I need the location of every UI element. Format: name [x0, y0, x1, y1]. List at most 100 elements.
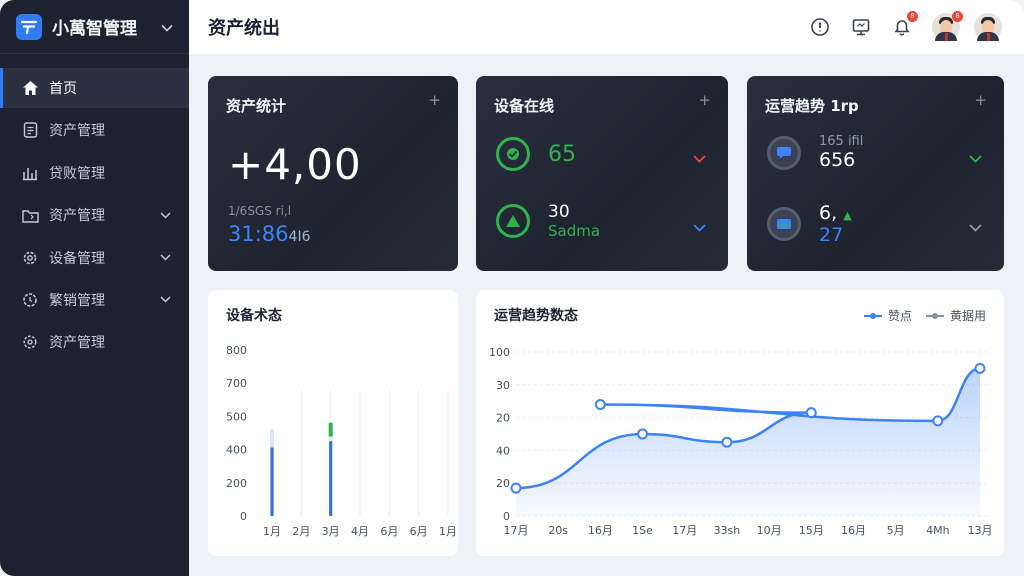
x-tick-label: 4月 — [351, 525, 369, 538]
sidebar-item-label: 资产管理 — [49, 335, 105, 352]
y-tick-label: 30 — [496, 379, 510, 392]
x-tick-label: 1月 — [263, 525, 281, 538]
app-window: 小萬智管理 首页 资产管理 贷败管理 资产管理 设备管理 繁销管理 资产管理 资… — [0, 0, 1024, 576]
y-tick-label: 400 — [226, 444, 247, 457]
bell-icon[interactable]: 8 — [891, 11, 918, 38]
x-tick-label: 3月 — [322, 525, 340, 538]
device-status-card: 设备术态 800 700 500 400 200 0 1月 2月 3月 4月 6月 6月 1月 — [208, 290, 458, 556]
y-tick-label: 40 — [496, 444, 510, 457]
ops-trend-chart-card: 运营趋势数态 赞点 黄据用 100 30 20 40 20 0 17月 20s 16月 1Se 17… — [476, 290, 1004, 556]
sidebar-item-loan[interactable]: 贷败管理 — [0, 153, 189, 193]
add-button[interactable]: + — [428, 91, 441, 109]
x-tick-label: 20s — [548, 524, 568, 537]
device-online-card: 设备在线 + 65 30 Sadma — [476, 76, 728, 271]
y-tick-label: 800 — [226, 344, 247, 357]
online-status-icon — [496, 137, 530, 171]
series-area — [516, 368, 980, 516]
card-title: 设备在线 — [494, 97, 555, 115]
y-tick-label: 20 — [496, 477, 510, 490]
sidebar-item-assets-3[interactable]: 资产管理 — [0, 322, 189, 362]
document-icon — [21, 121, 39, 139]
sidebar-item-assets[interactable]: 资产管理 — [0, 110, 189, 150]
offline-label: Sadma — [548, 222, 601, 240]
x-tick-label: 5月 — [887, 524, 905, 537]
x-tick-label: 1月 — [439, 525, 457, 538]
y-tick-label: 500 — [226, 410, 247, 423]
sidebar-item-assets-2[interactable]: 资产管理 — [0, 195, 189, 235]
chevron-down-icon[interactable] — [161, 17, 173, 36]
x-tick-label: 17月 — [672, 524, 697, 537]
header-actions: 8 8 — [809, 11, 1024, 41]
device-offline-row: 30 Sadma — [496, 202, 600, 240]
data-point — [510, 482, 522, 494]
x-tick-label: 4Mh — [926, 524, 949, 537]
asset-sub-value-main: 31:86 — [228, 222, 289, 246]
y-tick-label: 0 — [503, 510, 510, 523]
sidebar-item-home[interactable]: 首页 — [0, 68, 189, 108]
add-button[interactable]: + — [974, 91, 987, 109]
bar-chart-icon — [21, 164, 39, 182]
chevron-down-icon — [160, 212, 171, 219]
card-title: 运营趋势 1rp — [765, 97, 859, 115]
x-tick-label: 13月 — [968, 524, 993, 537]
data-point — [974, 362, 986, 374]
message-icon — [767, 207, 801, 241]
ops-row-1-values: 165 ifil 656 — [819, 134, 863, 171]
app-name: 小萬智管理 — [52, 19, 137, 39]
sidebar-item-label: 贷败管理 — [49, 165, 105, 182]
data-point — [637, 428, 649, 440]
brand[interactable]: 小萬智管理 — [0, 0, 189, 54]
x-tick-label: 6月 — [380, 525, 398, 538]
bar — [270, 447, 274, 516]
x-tick-label: 2月 — [292, 525, 310, 538]
offline-values: 30 Sadma — [548, 202, 600, 240]
sidebar-item-label: 资产管理 — [49, 123, 105, 140]
chevron-down-icon[interactable] — [693, 148, 706, 167]
avatar-tie — [986, 33, 990, 41]
ops-value: 656 — [819, 149, 856, 171]
asset-sub-value: 31:864I6 — [228, 222, 310, 246]
page-title: 资产统出 — [208, 18, 280, 39]
ops-value-2-text: 6, — [819, 202, 838, 224]
monitor-icon[interactable] — [850, 16, 872, 38]
up-triangle-icon: ▲ — [843, 209, 852, 222]
clock-gear-icon — [21, 291, 39, 309]
home-icon — [21, 79, 39, 97]
y-tick-label: 200 — [226, 477, 247, 490]
x-tick-label: 15月 — [799, 524, 824, 537]
add-button[interactable]: + — [698, 91, 711, 109]
info-icon[interactable] — [809, 16, 831, 38]
ops-row-1: 165 ifil 656 — [767, 134, 863, 171]
x-tick-label: 33sh — [714, 524, 741, 537]
ops-trend-card: 运营趋势 1rp + 165 ifil 656 6, ▲ 27 — [747, 76, 1004, 271]
bar — [329, 441, 333, 516]
ops-row-2: 6, ▲ 27 — [767, 202, 852, 246]
triangle-status-icon — [496, 204, 530, 238]
sidebar-item-devices[interactable]: 设备管理 — [0, 238, 189, 278]
x-tick-label: 10月 — [757, 524, 782, 537]
chevron-down-icon[interactable] — [969, 217, 982, 236]
chevron-down-icon[interactable] — [693, 217, 706, 236]
sidebar-item-sales[interactable]: 繁销管理 — [0, 280, 189, 320]
y-tick-label: 100 — [489, 346, 510, 359]
x-tick-label: 1Se — [632, 524, 653, 537]
top-header: 资产统出 8 8 — [189, 0, 1024, 54]
bar-highlight — [328, 422, 333, 437]
chevron-down-icon[interactable] — [969, 148, 982, 167]
y-tick-label: 20 — [496, 412, 510, 425]
settings-icon — [21, 333, 39, 351]
ops-faded-value: 165 ifil — [819, 134, 864, 149]
user-avatar[interactable] — [974, 13, 1002, 41]
x-tick-label: 16月 — [841, 524, 866, 537]
device-status-chart: 800 700 500 400 200 0 1月 2月 3月 4月 6月 6月 1月 — [226, 344, 457, 538]
sidebar: 小萬智管理 首页 资产管理 贷败管理 资产管理 设备管理 繁销管理 资产管理 — [0, 0, 189, 576]
y-tick-label: 700 — [226, 377, 247, 390]
x-tick-label: 6月 — [410, 525, 428, 538]
sidebar-menu: 首页 资产管理 贷败管理 资产管理 设备管理 繁销管理 资产管理 — [0, 68, 189, 362]
ops-sub-value: 27 — [819, 224, 844, 246]
card-title: 资产统计 — [226, 97, 287, 115]
data-point — [721, 436, 733, 448]
ops-value-2: 6, ▲ — [819, 202, 852, 224]
avatar[interactable]: 8 — [932, 11, 963, 41]
gear-icon — [21, 249, 39, 267]
